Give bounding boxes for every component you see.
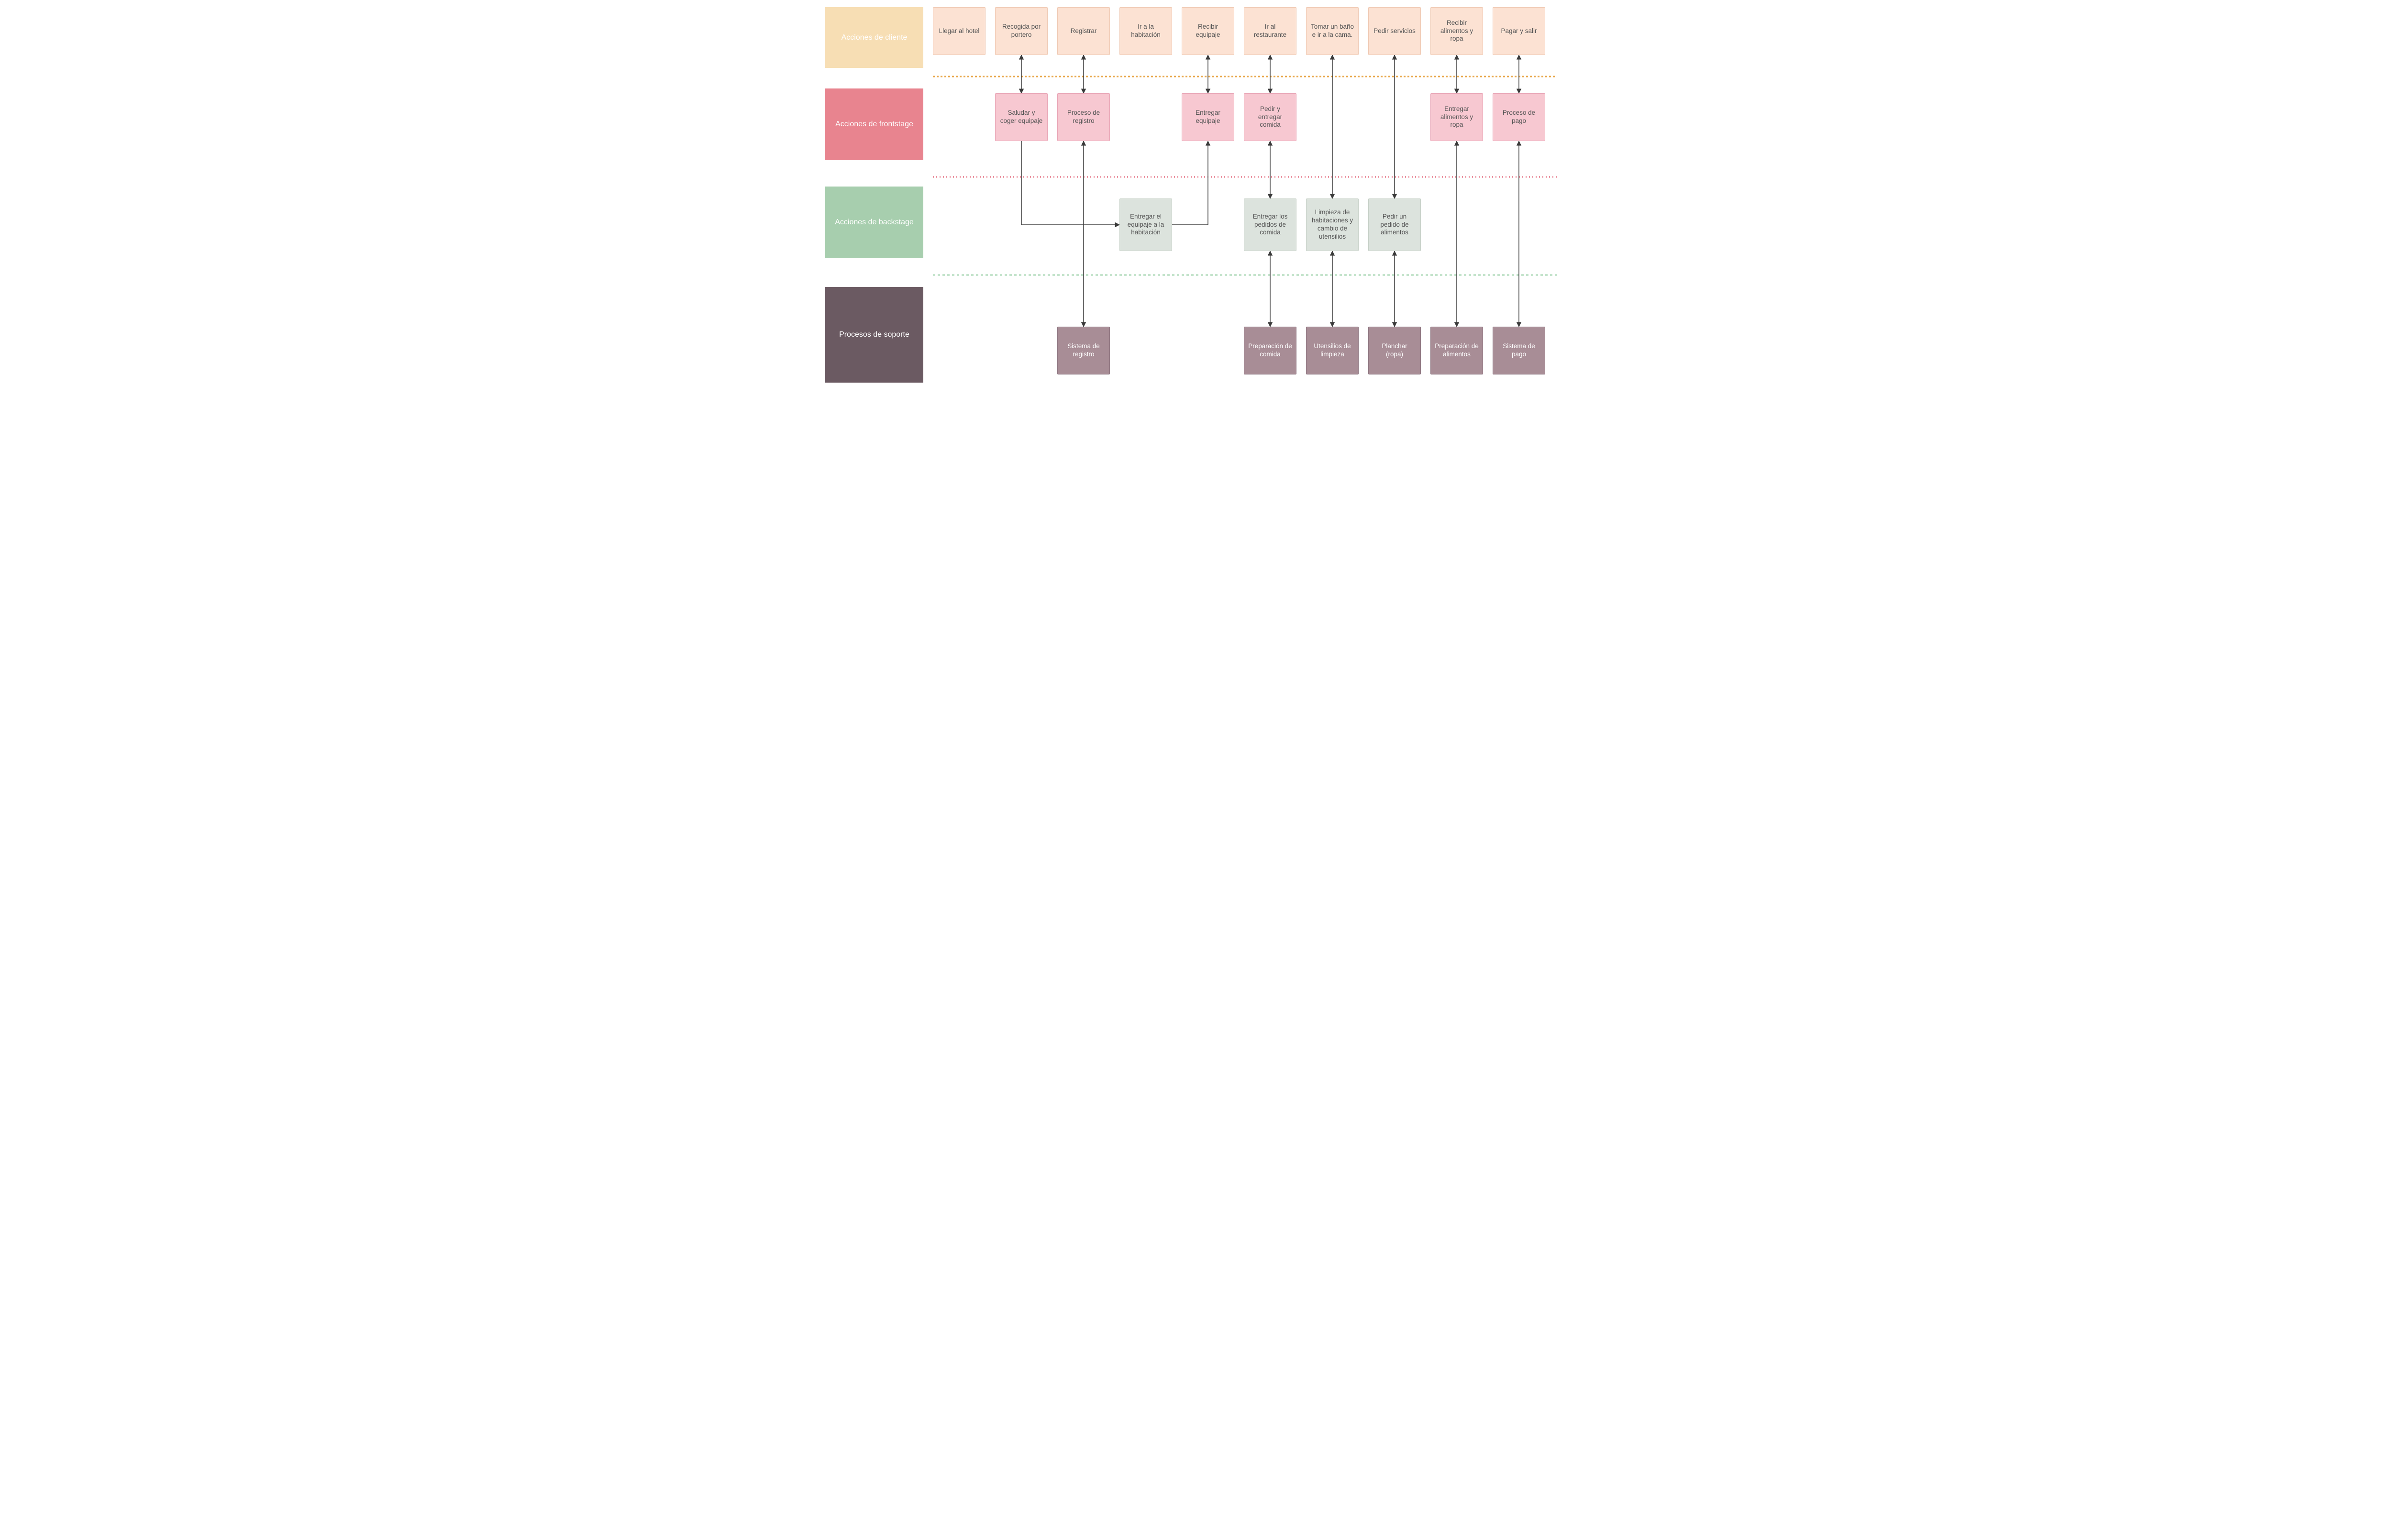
lane-header-support: Procesos de soporte	[825, 287, 923, 383]
customer-action-8: Recibir alimentos y ropa	[1430, 7, 1483, 55]
service-blueprint: Acciones de cliente Acciones de frontsta…	[825, 0, 1567, 392]
support-process-7: Planchar (ropa)	[1368, 327, 1421, 374]
backstage-action-6: Limpieza de habitaciones y cambio de ute…	[1306, 198, 1359, 251]
customer-action-9: Pagar y salir	[1493, 7, 1545, 55]
customer-action-7: Pedir servicios	[1368, 7, 1421, 55]
lane-header-frontstage: Acciones de frontstage	[825, 88, 923, 160]
customer-action-3: Ir a la habitación	[1119, 7, 1172, 55]
frontstage-action-1: Saludar y coger equipaje	[995, 93, 1048, 141]
customer-action-5: Ir al restaurante	[1244, 7, 1296, 55]
backstage-action-7: Pedir un pedido de alimentos	[1368, 198, 1421, 251]
customer-action-0: Llegar al hotel	[933, 7, 986, 55]
customer-action-4: Recibir equipaje	[1182, 7, 1234, 55]
frontstage-action-4: Entregar equipaje	[1182, 93, 1234, 141]
frontstage-action-8: Entregar alimentos y ropa	[1430, 93, 1483, 141]
frontstage-action-5: Pedir y entregar comida	[1244, 93, 1296, 141]
frontstage-action-2: Proceso de registro	[1057, 93, 1110, 141]
lane-header-backstage: Acciones de backstage	[825, 187, 923, 258]
backstage-action-5: Entregar los pedidos de comida	[1244, 198, 1296, 251]
support-process-6: Utensilios de limpieza	[1306, 327, 1359, 374]
lane-header-customer: Acciones de cliente	[825, 7, 923, 68]
customer-action-2: Registrar	[1057, 7, 1110, 55]
frontstage-action-9: Proceso de pago	[1493, 93, 1545, 141]
customer-action-1: Recogida por portero	[995, 7, 1048, 55]
support-process-9: Sistema de pago	[1493, 327, 1545, 374]
customer-action-6: Tomar un baño e ir a la cama.	[1306, 7, 1359, 55]
support-process-2: Sistema de registro	[1057, 327, 1110, 374]
backstage-action-3: Entregar el equipaje a la habitación	[1119, 198, 1172, 251]
support-process-8: Preparación de alimentos	[1430, 327, 1483, 374]
support-process-5: Preparación de comida	[1244, 327, 1296, 374]
